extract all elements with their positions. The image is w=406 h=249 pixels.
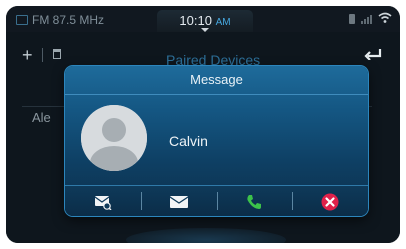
add-icon[interactable]: + [22,46,33,64]
call-button[interactable] [216,186,293,216]
back-icon[interactable] [364,46,382,60]
view-message-icon [94,195,112,210]
message-dialog: Message Calvin [65,66,368,216]
radio-status[interactable]: FM 87.5 MHz [16,13,104,27]
view-message-button[interactable] [65,186,141,216]
close-icon [321,193,339,210]
divider [42,48,43,62]
status-indicators [349,12,392,24]
call-icon [247,194,262,209]
clock-ampm: AM [215,17,231,28]
avatar [81,105,147,171]
signal-icon [361,15,372,24]
trash-icon[interactable] [53,49,61,59]
car-display-screen: FM 87.5 MHz 10:10 AM + Paired Devices Al… [6,6,400,243]
title-divider [65,94,368,95]
reply-message-icon [169,195,188,208]
clock-time: 10:10 [179,13,212,28]
battery-icon [349,14,355,24]
radio-frequency: FM 87.5 MHz [32,13,105,27]
dialog-title: Message [190,72,243,87]
close-button[interactable] [292,186,368,216]
person-icon [81,105,147,171]
reply-message-button[interactable] [140,186,217,216]
wifi-icon [378,12,392,23]
radio-icon [16,15,28,25]
status-bar: FM 87.5 MHz 10:10 AM [6,6,400,32]
bottom-glow [126,228,286,243]
dialog-actions [65,185,368,216]
list-item-label: Ale [32,110,51,125]
contact-name: Calvin [169,133,208,149]
